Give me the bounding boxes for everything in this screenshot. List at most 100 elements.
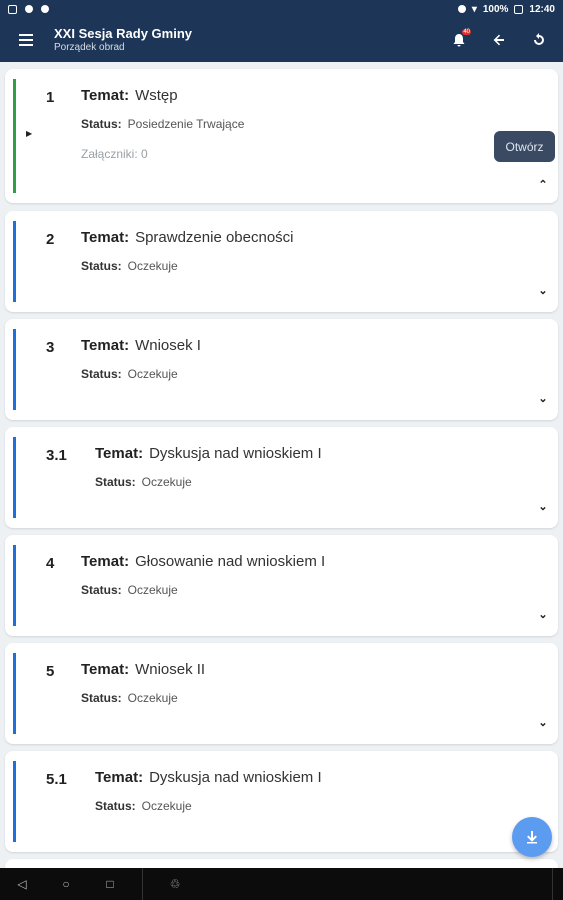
download-button[interactable] (512, 817, 552, 857)
system-status-bar: ▾ 100% 12:40 (0, 0, 563, 18)
notification-icon (8, 4, 17, 14)
item-topic: Temat: Dyskusja nad wnioskiem I (95, 769, 322, 786)
square-recents-icon: □ (106, 877, 114, 891)
topic-label: Temat: (81, 553, 130, 570)
agenda-list: ▶ 1 Temat: Wstęp Status: Posiedzenie Trwaj… (0, 62, 563, 868)
topic-value: Dyskusja nad wnioskiem I (149, 769, 322, 786)
app-shortcut-button[interactable]: ♲ (153, 877, 197, 891)
hamburger-icon (19, 44, 33, 46)
agenda-item[interactable]: 2 Temat: Sprawdzenie obecności Status: Ocz… (5, 211, 558, 312)
usb-icon (41, 5, 49, 13)
nav-recents-button[interactable]: □ (88, 877, 132, 891)
arrow-left-icon (493, 34, 504, 46)
status-value: Oczekuje (127, 367, 178, 381)
item-status: Status: Oczekuje (95, 475, 192, 489)
expand-button[interactable]: ⌄ (536, 607, 550, 621)
agenda-item[interactable]: 3 Temat: Wniosek I Status: Oczekuje ⌄ (5, 319, 558, 420)
notification-badge: 40 (462, 29, 471, 35)
item-number: 4 (46, 555, 55, 572)
expand-button[interactable]: ⌄ (536, 391, 550, 405)
nav-home-button[interactable]: ○ (44, 877, 88, 891)
topic-label: Temat: (95, 445, 144, 462)
item-status: Status: Oczekuje (81, 583, 178, 597)
item-topic: Temat: Sprawdzenie obecności (81, 229, 294, 246)
item-topic: Temat: Wniosek II (81, 661, 205, 678)
status-value: Oczekuje (141, 475, 192, 489)
vibrate-icon (457, 5, 466, 13)
back-button[interactable] (489, 30, 509, 50)
agenda-item[interactable] (5, 859, 558, 868)
item-status: Status: Oczekuje (95, 799, 192, 813)
app-actions: 40 (449, 29, 549, 50)
hamburger-icon (19, 39, 33, 41)
status-value: Oczekuje (141, 799, 192, 813)
expand-button[interactable]: ⌄ (536, 283, 550, 297)
item-status: Status: Oczekuje (81, 367, 178, 381)
agenda-item[interactable]: 4 Temat: Głosowanie nad wnioskiem I Statu… (5, 535, 558, 636)
chevron-down-icon: ⌄ (538, 284, 548, 297)
status-indicator (13, 653, 16, 734)
item-number: 3.1 (46, 447, 67, 464)
status-label: Status: (95, 799, 136, 813)
system-navigation-bar: ◁ ○ □ ♲ (0, 868, 563, 900)
agenda-item[interactable]: ▶ 1 Temat: Wstęp Status: Posiedzenie Trwaj… (5, 69, 558, 203)
triangle-back-icon: ◁ (17, 877, 27, 891)
item-topic: Temat: Wniosek I (81, 337, 201, 354)
status-indicator (13, 329, 16, 410)
status-value: Oczekuje (127, 583, 178, 597)
notification-icon (25, 5, 33, 13)
agenda-item[interactable]: 3.1 Temat: Dyskusja nad wnioskiem I Statu… (5, 427, 558, 528)
chevron-down-icon: ⌄ (538, 608, 548, 621)
refresh-icon (534, 33, 544, 45)
topic-value: Głosowanie nad wnioskiem I (135, 553, 326, 570)
agenda-item[interactable]: 5 Temat: Wniosek II Status: Oczekuje ⌄ (5, 643, 558, 744)
item-topic: Temat: Wstęp (81, 87, 178, 104)
status-label: Status: (81, 691, 122, 705)
collapse-button[interactable]: ⌃ (536, 177, 550, 191)
attachments-count: Załączniki: 0 (81, 147, 148, 161)
chevron-up-icon: ⌃ (538, 178, 548, 191)
chevron-down-icon: ⌄ (538, 500, 548, 513)
page-subtitle: Porządek obrad (54, 41, 125, 53)
menu-button[interactable] (14, 28, 38, 52)
item-number: 1 (46, 89, 55, 106)
topic-label: Temat: (81, 661, 130, 678)
item-topic: Temat: Głosowanie nad wnioskiem I (81, 553, 325, 570)
topic-label: Temat: (95, 769, 144, 786)
battery-level: 100% (482, 3, 509, 15)
topic-label: Temat: (81, 229, 130, 246)
status-indicator (13, 437, 16, 518)
status-label: Status: (81, 259, 122, 273)
current-item-marker-icon: ▶ (26, 129, 33, 138)
notifications-button[interactable]: 40 (449, 29, 471, 50)
refresh-button[interactable] (529, 30, 549, 50)
status-value: Oczekuje (127, 259, 178, 273)
item-status: Status: Oczekuje (81, 259, 178, 273)
battery-icon (514, 4, 524, 14)
status-label: Status: (81, 583, 122, 597)
agenda-item[interactable]: 5.1 Temat: Dyskusja nad wnioskiem I Statu… (5, 751, 558, 852)
expand-button[interactable]: ⌄ (536, 715, 550, 729)
topic-label: Temat: (81, 87, 130, 104)
wifi-icon: ▾ (471, 3, 477, 15)
expand-button[interactable]: ⌄ (536, 499, 550, 513)
clock: 12:40 (529, 3, 555, 15)
app-titles: XXI Sesja Rady Gminy Porządek obrad (54, 26, 192, 53)
app-bar: XXI Sesja Rady Gminy Porządek obrad 40 (0, 18, 563, 62)
item-number: 5 (46, 663, 55, 680)
chevron-down-icon: ⌄ (538, 392, 548, 405)
status-label: Status: (95, 475, 136, 489)
status-indicator (13, 221, 16, 302)
status-label: Status: (81, 117, 122, 131)
circle-home-icon: ○ (62, 877, 70, 891)
nav-back-button[interactable]: ◁ (0, 877, 44, 891)
topic-value: Wstęp (135, 87, 178, 104)
status-label: Status: (81, 367, 122, 381)
status-indicator (13, 545, 16, 626)
topic-value: Wniosek II (135, 661, 206, 678)
item-topic: Temat: Dyskusja nad wnioskiem I (95, 445, 322, 462)
topic-label: Temat: (81, 337, 130, 354)
status-value: Oczekuje (127, 691, 178, 705)
topic-value: Wniosek I (135, 337, 201, 354)
open-button[interactable]: Otwórz (494, 131, 555, 162)
